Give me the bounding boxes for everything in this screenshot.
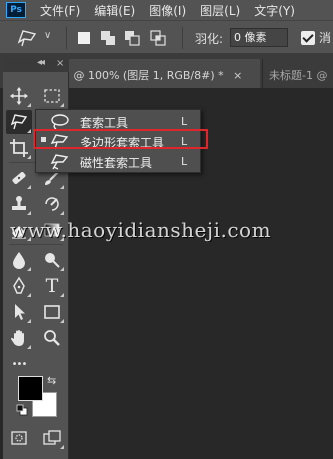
document-tab-label: 未标题-1 @ (269, 69, 328, 82)
magnetic-lasso-icon (48, 153, 70, 171)
dodge-icon[interactable] (39, 248, 65, 272)
lasso-icon (48, 113, 70, 131)
document-tab[interactable]: 未标题-1 @ (262, 59, 333, 88)
tools-panel-header[interactable]: ◂◂ × (3, 57, 69, 72)
default-colors-icon[interactable] (16, 404, 28, 416)
watermark-text: www.haoyidiansheji.com (10, 218, 272, 242)
hand-icon[interactable] (6, 326, 32, 350)
quick-mask-icon[interactable] (6, 426, 32, 450)
anti-alias-checkbox[interactable] (301, 31, 315, 45)
divider (182, 27, 183, 49)
subtract-from-selection-icon[interactable] (124, 30, 140, 46)
menu-image[interactable]: 图像(I) (149, 2, 186, 19)
rectangle-shape-icon[interactable] (39, 300, 65, 324)
crop-icon[interactable] (6, 136, 32, 160)
clone-stamp-icon[interactable] (6, 192, 32, 216)
rect-marquee-icon[interactable] (39, 84, 65, 108)
path-select-icon[interactable] (6, 300, 32, 324)
divider (9, 244, 63, 245)
zoom-icon[interactable] (39, 326, 65, 350)
document-tab-active[interactable]: g @ 100% (图层 1, RGB/8#) * × (55, 59, 260, 88)
selected-bullet-icon (41, 137, 46, 142)
foreground-color-swatch[interactable] (18, 376, 43, 401)
type-icon[interactable]: T (39, 274, 65, 298)
move-icon[interactable] (6, 84, 32, 108)
history-brush-icon[interactable] (39, 192, 65, 216)
pen-icon[interactable] (6, 274, 32, 298)
divider (66, 27, 67, 49)
feather-label: 羽化: (195, 32, 224, 46)
menu-bar: Ps 文件(F) 编辑(E) 图像(I) 图层(L) 文字(Y) (0, 0, 333, 20)
healing-brush-icon[interactable] (6, 166, 32, 190)
screen-mode-icon[interactable] (39, 426, 65, 450)
tool-preset-polygonal-lasso-icon[interactable] (16, 28, 38, 48)
options-bar: ∨ 羽化: 0 像素 消 (0, 20, 333, 54)
flyout-item-label: 多边形套索工具 (80, 136, 165, 150)
more-tools-icon[interactable]: ••• (6, 352, 32, 376)
blur-icon[interactable] (6, 248, 32, 272)
lasso-tools-flyout: 套索工具 L 多边形套索工具 L 磁性套索工具 L (35, 109, 201, 173)
more-tools-glyph: ••• (11, 358, 28, 370)
polygonal-lasso-icon (48, 133, 70, 151)
chevron-down-icon[interactable]: ∨ (44, 30, 51, 41)
menu-file[interactable]: 文件(F) (40, 2, 80, 19)
flyout-item-lasso[interactable]: 套索工具 L (36, 112, 200, 132)
menu-layer[interactable]: 图层(L) (200, 2, 240, 19)
menu-edit[interactable]: 编辑(E) (94, 2, 135, 19)
add-to-selection-icon[interactable] (100, 30, 116, 46)
close-icon[interactable]: × (56, 58, 64, 69)
polygonal-lasso-icon[interactable] (6, 110, 32, 134)
swap-colors-icon[interactable]: ⇆ (47, 374, 56, 387)
shortcut-key: L (181, 135, 188, 148)
document-tab-label: g @ 100% (图层 1, RGB/8#) * (63, 69, 224, 82)
anti-alias-label: 消 (319, 31, 332, 45)
feather-input[interactable]: 0 像素 (230, 28, 288, 47)
new-selection-icon[interactable] (76, 30, 92, 46)
type-glyph: T (45, 275, 59, 297)
flyout-item-label: 磁性套索工具 (80, 156, 153, 170)
flyout-item-label: 套索工具 (80, 116, 129, 130)
collapse-panel-icon[interactable]: ◂◂ (37, 57, 45, 68)
shortcut-key: L (181, 155, 188, 168)
menu-type[interactable]: 文字(Y) (254, 2, 295, 19)
close-icon[interactable]: × (233, 69, 242, 82)
flyout-item-polygonal-lasso[interactable]: 多边形套索工具 L (36, 132, 200, 152)
intersect-selection-icon[interactable] (150, 30, 166, 46)
flyout-item-magnetic-lasso[interactable]: 磁性套索工具 L (36, 152, 200, 172)
shortcut-key: L (181, 115, 188, 128)
photoshop-logo: Ps (6, 2, 26, 18)
